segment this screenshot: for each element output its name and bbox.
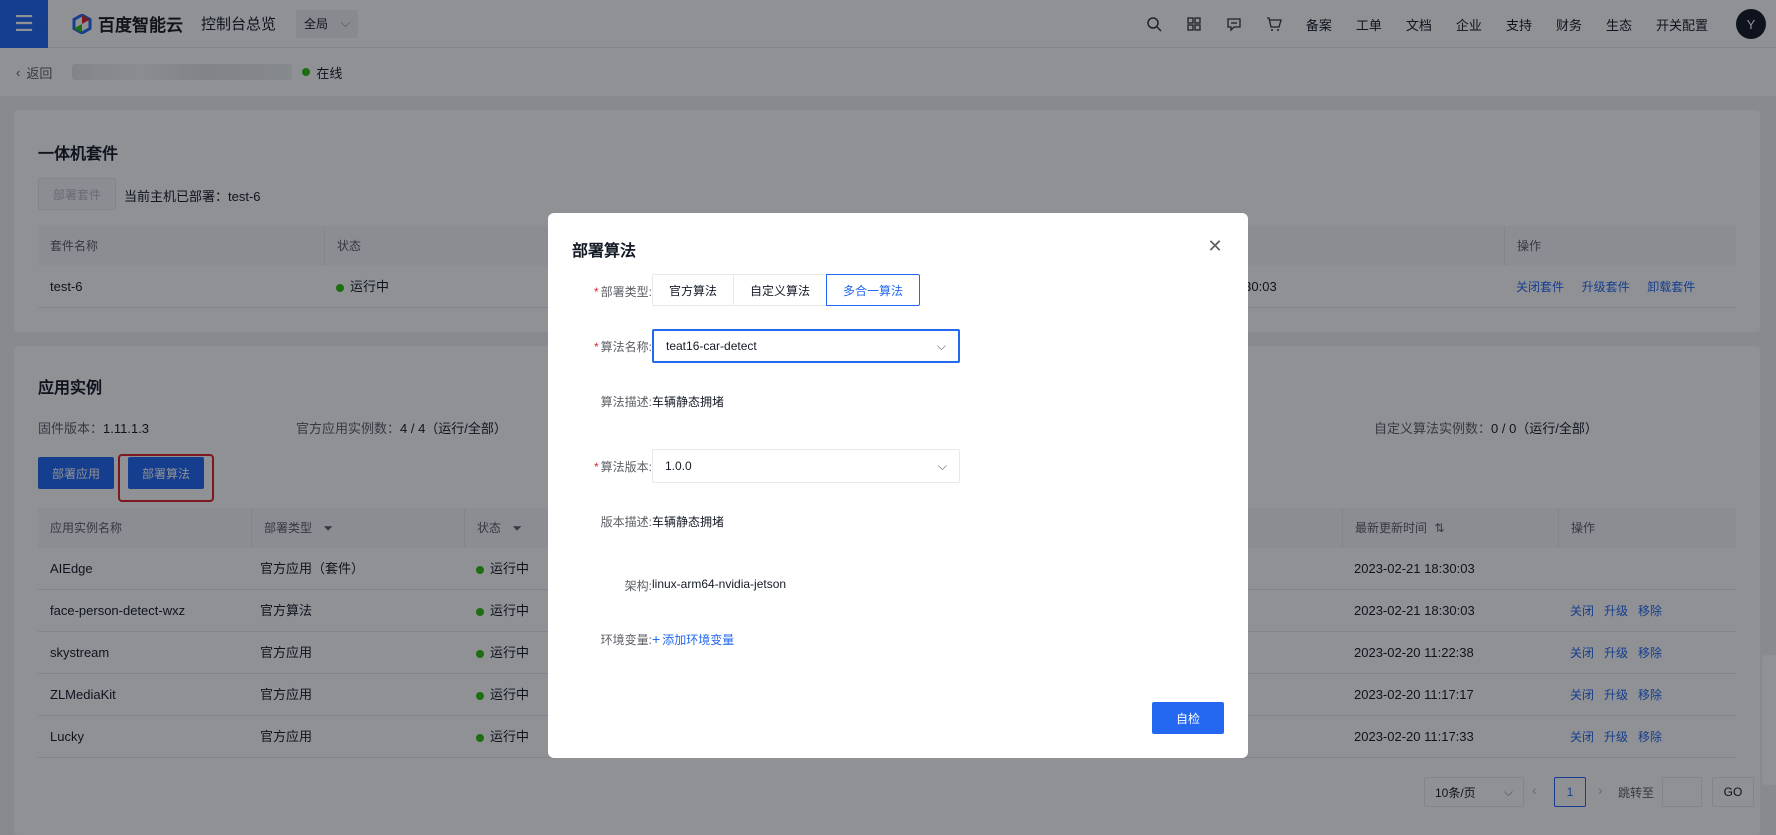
- algorithm-desc-label: 算法描述:: [600, 395, 652, 409]
- deploy-type-all-in-one[interactable]: 多合一算法: [826, 274, 921, 306]
- add-env-var-link[interactable]: + 添加环境变量: [652, 631, 734, 648]
- algorithm-desc-value: 车辆静态拥堵: [652, 395, 725, 409]
- deploy-type-official[interactable]: 官方算法: [652, 274, 735, 306]
- version-desc-value: 车辆静态拥堵: [652, 515, 725, 529]
- required-mark: *: [593, 340, 599, 354]
- algorithm-name-value: teat16-car-detect: [666, 339, 757, 353]
- close-icon[interactable]: ✕: [1206, 237, 1224, 255]
- algorithm-name-label: * 算法名称:: [572, 338, 652, 355]
- chevron-down-icon: ⌵: [936, 338, 946, 353]
- deploy-type-custom[interactable]: 自定义算法: [733, 274, 828, 306]
- algorithm-version-label-text: 算法版本:: [600, 460, 652, 474]
- env-vars-label: 环境变量:: [600, 633, 652, 647]
- required-mark: *: [593, 460, 599, 474]
- deploy-type-radio-group: 官方算法 自定义算法 多合一算法: [652, 274, 921, 306]
- deploy-algorithm-dialog: 部署算法 ✕ * 部署类型: 官方算法 自定义算法 多合一算法 * 算法名称: te…: [548, 213, 1248, 758]
- algorithm-name-label-text: 算法名称:: [600, 340, 652, 354]
- architecture-value: linux-arm64-nvidia-jetson: [652, 577, 787, 591]
- chevron-down-icon: ⌵: [937, 458, 947, 473]
- algorithm-version-label: * 算法版本:: [572, 458, 652, 475]
- deploy-type-label: * 部署类型:: [572, 283, 652, 300]
- add-env-var-label: 添加环境变量: [662, 633, 735, 647]
- plus-icon: +: [652, 631, 661, 647]
- version-desc-label: 版本描述:: [600, 515, 652, 529]
- algorithm-name-select[interactable]: teat16-car-detect ⌵: [652, 329, 960, 363]
- self-check-button[interactable]: 自检: [1152, 702, 1224, 734]
- dialog-title: 部署算法: [572, 243, 637, 260]
- deploy-type-label-text: 部署类型:: [600, 285, 652, 299]
- algorithm-version-select[interactable]: 1.0.0 ⌵: [652, 449, 960, 483]
- algorithm-version-value: 1.0.0: [665, 459, 692, 473]
- required-mark: *: [593, 285, 599, 299]
- architecture-label: 架构:: [624, 579, 652, 593]
